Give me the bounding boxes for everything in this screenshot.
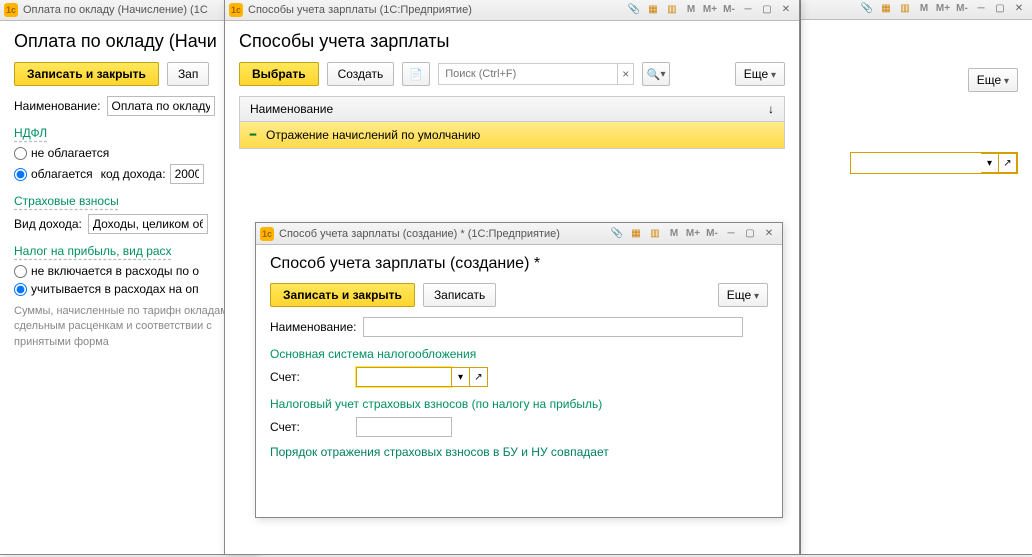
radio-taxed[interactable]	[14, 168, 27, 181]
dropdown-icon[interactable]: ▾	[981, 153, 999, 173]
app-icon-2: 1c	[229, 3, 243, 17]
calendar-icon-3[interactable]: ▥	[646, 226, 664, 242]
window-create-accounting-method: 1c Способ учета зарплаты (создание) * (1…	[255, 222, 783, 518]
radio-not-taxed[interactable]	[14, 147, 27, 160]
mplus-btn-3[interactable]: M+	[684, 226, 702, 242]
profit-tax-section: Налог на прибыль, вид расх	[14, 244, 243, 258]
calendar-icon[interactable]: ▥	[896, 1, 914, 17]
maximize-icon-3[interactable]: ▢	[741, 226, 759, 242]
background-window: 📎 ▦ ▥ M M+ M- ─ ▢ ✕ Еще ▾ ↗	[800, 0, 1032, 555]
account-input-2[interactable]	[356, 417, 452, 437]
row-marker-icon: ━	[250, 130, 256, 141]
clear-search-icon[interactable]: ×	[618, 63, 634, 85]
income-type-input[interactable]	[88, 214, 208, 234]
minimize-icon[interactable]: ─	[972, 1, 990, 17]
sort-indicator-icon[interactable]: ↓	[768, 102, 774, 116]
copy-button[interactable]: 📄	[402, 62, 430, 86]
titlebar-3: 1c Способ учета зарплаты (создание) * (1…	[256, 223, 782, 245]
calc-icon-2[interactable]: ▦	[644, 2, 662, 18]
calc-icon[interactable]: ▦	[877, 1, 895, 17]
save-button-3[interactable]: Записать	[423, 283, 496, 307]
mplus-btn-2[interactable]: M+	[701, 2, 719, 18]
save-close-button-1[interactable]: Записать и закрыть	[14, 62, 159, 86]
bg-combo[interactable]: ▾ ↗	[850, 152, 1018, 174]
account-combo[interactable]: ▾ ↗	[356, 367, 488, 387]
calendar-icon-2[interactable]: ▥	[663, 2, 681, 18]
mplus-btn[interactable]: M+	[934, 1, 952, 17]
col-name[interactable]: Наименование	[250, 102, 333, 116]
m-btn-3[interactable]: M	[665, 226, 683, 242]
open-icon-acc[interactable]: ↗	[470, 367, 488, 387]
window-title-3: Способ учета зарплаты (создание) * (1С:П…	[279, 228, 608, 240]
titlebar-1: 1c Оплата по окладу (Начисление) (1С	[0, 0, 257, 21]
name-label-1: Наименование:	[14, 99, 101, 113]
window-title-1: Оплата по окладу (Начисление) (1С	[23, 4, 253, 16]
m-btn[interactable]: M	[915, 1, 933, 17]
income-code-input[interactable]	[170, 164, 204, 184]
m-btn-2[interactable]: M	[682, 2, 700, 18]
row-text: Отражение начислений по умолчанию	[266, 128, 480, 142]
main-tax-section: Основная система налогообложения	[270, 347, 768, 361]
radio-not-included-label: не включается в расходы по о	[31, 264, 199, 278]
mminus-btn-3[interactable]: M-	[703, 226, 721, 242]
close-icon-2[interactable]: ✕	[777, 2, 795, 18]
page-title-3: Способ учета зарплаты (создание) *	[270, 255, 768, 273]
insurance-section: Страховые взносы	[14, 194, 243, 208]
radio-not-included[interactable]	[14, 265, 27, 278]
app-icon-3: 1c	[260, 227, 274, 241]
app-icon: 1c	[4, 3, 18, 17]
close-icon[interactable]: ✕	[1010, 1, 1028, 17]
save-button-1[interactable]: Зап	[167, 62, 209, 86]
income-code-label: код дохода:	[101, 167, 166, 181]
more-button-bg[interactable]: Еще	[968, 68, 1018, 92]
maximize-icon-2[interactable]: ▢	[758, 2, 776, 18]
ndfl-section: НДФЛ	[14, 126, 243, 140]
bg-input[interactable]	[851, 153, 981, 173]
search-options-button[interactable]: 🔍	[642, 62, 670, 86]
income-type-label: Вид дохода:	[14, 217, 82, 231]
radio-included[interactable]	[14, 283, 27, 296]
attach-icon-2[interactable]: 📎	[625, 2, 643, 18]
page-title-2: Способы учета зарплаты	[239, 31, 785, 52]
window-salary-payment: 1c Оплата по окладу (Начисление) (1С Опл…	[0, 0, 258, 555]
minimize-icon-3[interactable]: ─	[722, 226, 740, 242]
radio-included-label: учитывается в расходах на оп	[31, 282, 199, 296]
tax-accounting-section: Налоговый учет страховых взносов (по нал…	[270, 397, 768, 411]
minimize-icon-2[interactable]: ─	[739, 2, 757, 18]
more-button-2[interactable]: Еще	[735, 62, 785, 86]
mminus-btn-2[interactable]: M-	[720, 2, 738, 18]
table-row[interactable]: ━ Отражение начислений по умолчанию	[239, 122, 785, 149]
name-input-1[interactable]	[107, 96, 215, 116]
save-close-button-3[interactable]: Записать и закрыть	[270, 283, 415, 307]
account-label: Счет:	[270, 370, 350, 384]
window-title-2: Способы учета зарплаты (1С:Предприятие)	[248, 4, 625, 16]
titlebar-2: 1c Способы учета зарплаты (1С:Предприяти…	[225, 0, 799, 21]
info-text: Суммы, начисленные по тарифн окладам, сд…	[14, 304, 243, 350]
mminus-btn[interactable]: M-	[953, 1, 971, 17]
attach-icon[interactable]: 📎	[858, 1, 876, 17]
table-header: Наименование ↓	[239, 96, 785, 122]
attach-icon-3[interactable]: 📎	[608, 226, 626, 242]
account-label-2: Счет:	[270, 420, 350, 434]
titlebar-bg: 📎 ▦ ▥ M M+ M- ─ ▢ ✕	[801, 0, 1032, 20]
maximize-icon[interactable]: ▢	[991, 1, 1009, 17]
dropdown-icon-acc[interactable]: ▾	[452, 367, 470, 387]
account-input[interactable]	[356, 367, 452, 387]
name-label-3: Наименование:	[270, 320, 357, 334]
close-icon-3[interactable]: ✕	[760, 226, 778, 242]
page-title-1: Оплата по окладу (Начи	[14, 31, 243, 52]
select-button[interactable]: Выбрать	[239, 62, 319, 86]
radio-not-taxed-label: не облагается	[31, 146, 109, 160]
name-input-3[interactable]	[363, 317, 743, 337]
search-input[interactable]	[438, 63, 618, 85]
radio-taxed-label: облагается	[31, 167, 93, 181]
create-button[interactable]: Создать	[327, 62, 395, 86]
calc-icon-3[interactable]: ▦	[627, 226, 645, 242]
note-text: Порядок отражения страховых взносов в БУ…	[270, 445, 768, 459]
open-icon[interactable]: ↗	[999, 153, 1017, 173]
more-button-3[interactable]: Еще	[718, 283, 768, 307]
